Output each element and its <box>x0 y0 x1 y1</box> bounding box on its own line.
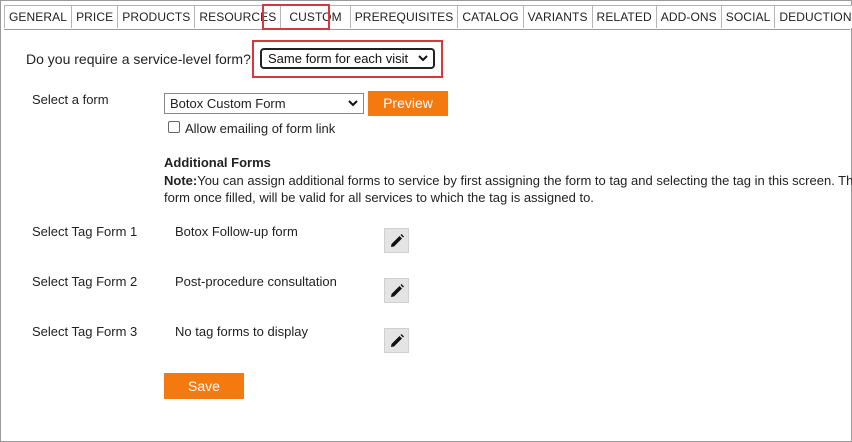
additional-forms-note: Note:You can assign additional forms to … <box>164 172 852 206</box>
tab-prerequisites[interactable]: PREREQUISITES <box>349 5 459 28</box>
select-form-label: Select a form <box>32 92 109 107</box>
tag-form-3-edit-button[interactable] <box>384 328 409 353</box>
tag-form-1-edit-button[interactable] <box>384 228 409 253</box>
pencil-icon <box>390 283 404 297</box>
service-form-question: Do you require a service-level form? <box>26 51 251 67</box>
service-form-select[interactable]: Same form for each visit <box>260 48 435 69</box>
tag-form-3-label: Select Tag Form 3 <box>32 324 138 339</box>
tab-custom[interactable]: CUSTOM <box>280 5 351 28</box>
note-prefix: Note: <box>164 173 198 188</box>
tag-form-3-value: No tag forms to display <box>175 324 308 339</box>
tag-form-2-edit-button[interactable] <box>384 278 409 303</box>
save-button[interactable]: Save <box>164 373 244 399</box>
tag-form-2-label: Select Tag Form 2 <box>32 274 138 289</box>
allow-email-checkbox[interactable] <box>168 121 180 133</box>
tab-catalog[interactable]: CATALOG <box>457 5 524 28</box>
tag-form-1-label: Select Tag Form 1 <box>32 224 138 239</box>
allow-email-label: Allow emailing of form link <box>185 121 336 136</box>
tab-deductions[interactable]: DEDUCTIONS <box>774 5 852 28</box>
additional-forms-title: Additional Forms <box>164 155 271 170</box>
service-form-select-highlight: Same form for each visit <box>252 40 443 78</box>
chevron-down-icon <box>348 100 358 107</box>
note-line-2: form once filled, will be valid for all … <box>164 190 594 205</box>
tab-resources[interactable]: RESOURCES <box>194 5 282 28</box>
tab-general[interactable]: GENERAL <box>4 5 73 28</box>
select-form-value: Botox Custom Form <box>170 96 286 111</box>
tab-products[interactable]: PRODUCTS <box>117 5 196 28</box>
tag-form-2-value: Post-procedure consultation <box>175 274 337 289</box>
pencil-icon <box>390 233 404 247</box>
tab-price[interactable]: PRICE <box>71 5 119 28</box>
note-line-1: You can assign additional forms to servi… <box>197 173 852 188</box>
tab-related[interactable]: RELATED <box>591 5 657 28</box>
select-form-dropdown[interactable]: Botox Custom Form <box>164 93 364 114</box>
tab-social[interactable]: SOCIAL <box>720 5 776 28</box>
service-form-select-value: Same form for each visit <box>268 51 409 66</box>
chevron-down-icon <box>418 55 428 62</box>
tab-add-ons[interactable]: ADD-ONS <box>655 5 722 28</box>
preview-button[interactable]: Preview <box>368 91 448 116</box>
pencil-icon <box>390 333 404 347</box>
tag-form-1-value: Botox Follow-up form <box>175 224 298 239</box>
tab-variants[interactable]: VARIANTS <box>522 5 593 28</box>
tab-bar: GENERAL PRICE PRODUCTS RESOURCES CUSTOM … <box>4 5 852 30</box>
